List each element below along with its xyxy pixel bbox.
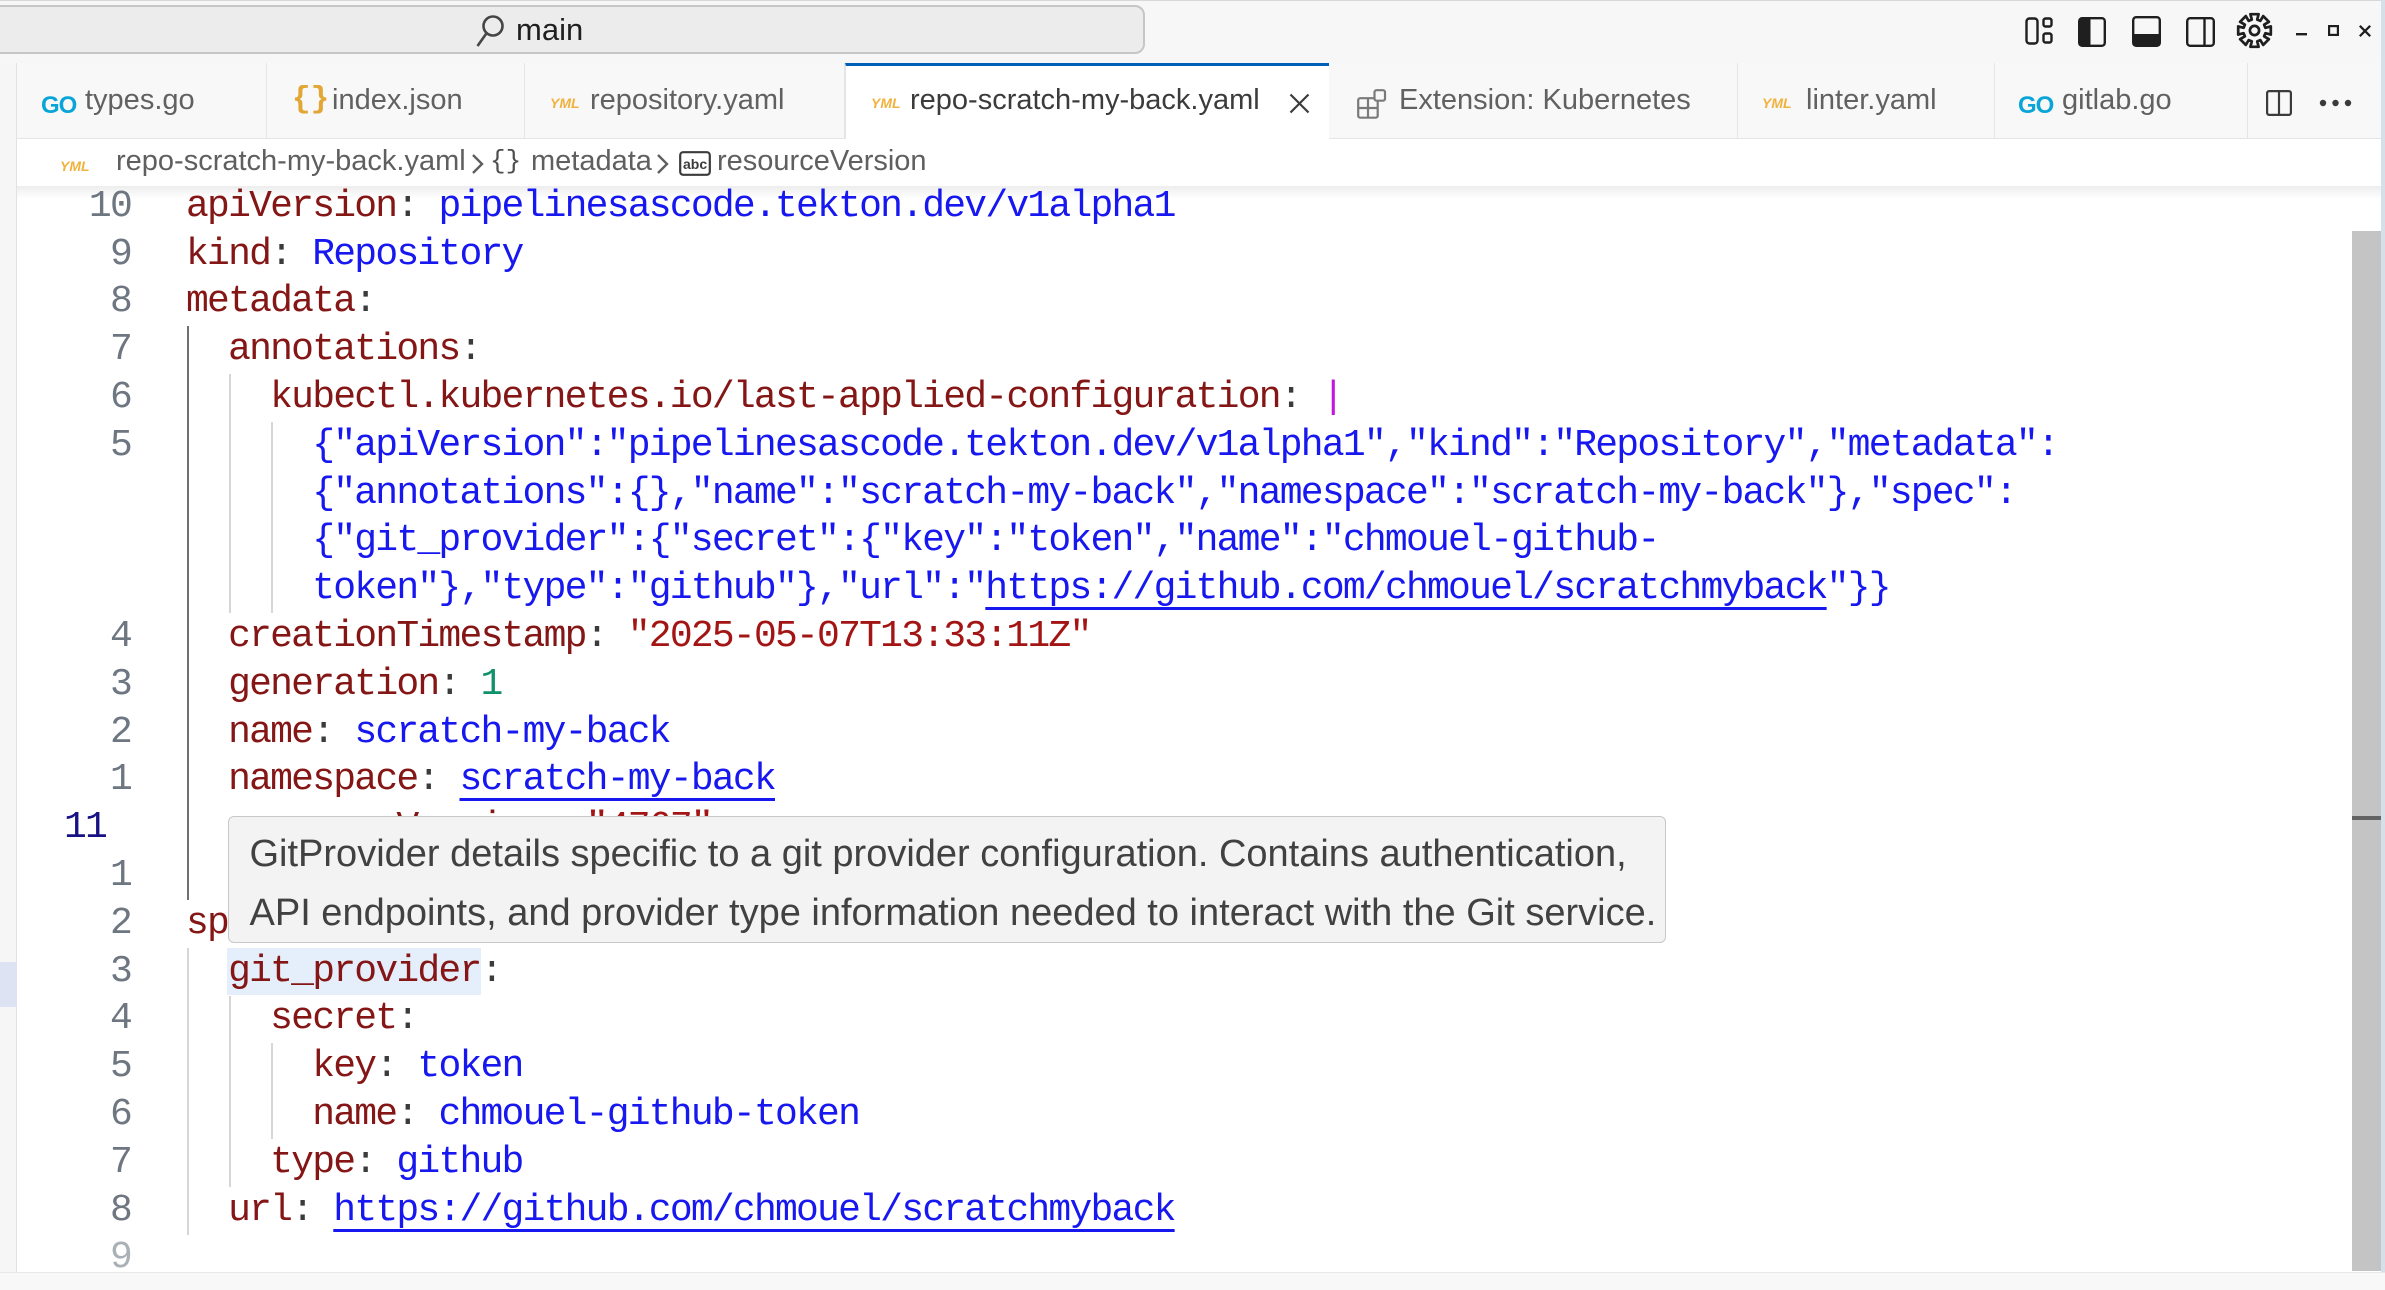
svg-text:abc: abc <box>683 156 707 172</box>
